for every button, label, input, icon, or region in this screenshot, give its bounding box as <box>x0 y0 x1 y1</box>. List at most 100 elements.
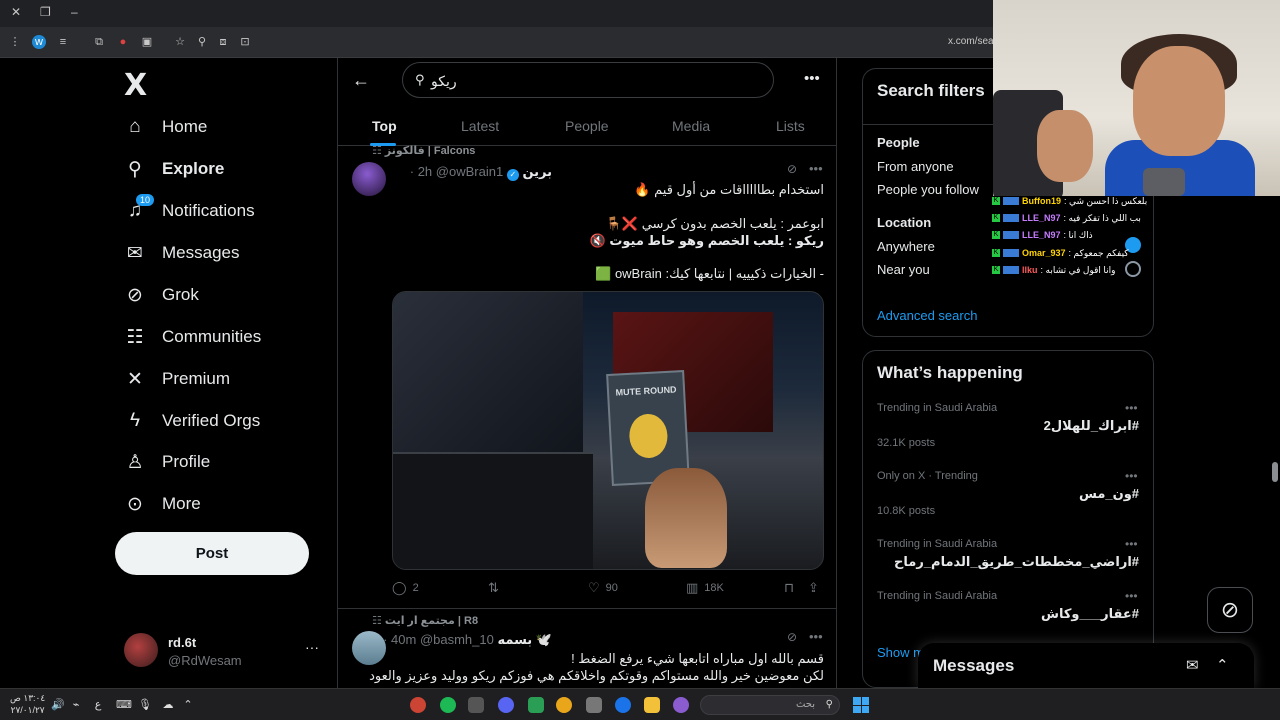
spotify-icon[interactable] <box>440 697 456 713</box>
back-arrow-icon[interactable]: ← <box>352 70 370 91</box>
trend-more-icon[interactable]: ••• <box>1125 589 1138 603</box>
edge-icon[interactable] <box>615 697 631 713</box>
app-icon[interactable] <box>528 697 544 713</box>
nav-messages[interactable]: ✉ Messages <box>124 233 239 273</box>
chrome-icon[interactable] <box>556 697 572 713</box>
tweet-more-icon[interactable]: ••• <box>809 629 823 644</box>
trend-name[interactable]: #اراضي_مخططات_طريق_الدمام_رماح <box>894 554 1139 570</box>
filter-people-you-follow[interactable]: People you follow <box>877 182 979 197</box>
nav-explore[interactable]: ⚲ Explore <box>124 149 224 189</box>
more-dots-icon[interactable]: ··· <box>305 639 319 655</box>
menu-dots-icon[interactable]: ⋮ <box>8 35 22 49</box>
avatar[interactable] <box>352 162 386 196</box>
copilot-icon[interactable] <box>673 697 689 713</box>
restore-window-button[interactable]: ❐ <box>40 5 51 19</box>
x-logo-icon[interactable]: X <box>124 68 147 103</box>
chevron-up-icon[interactable]: ⌃ <box>1216 656 1229 674</box>
trend-name[interactable]: #ون_مس <box>1079 486 1139 502</box>
app-icon[interactable] <box>586 697 602 713</box>
chat-message: K LLE_N97 ذاك انا : <box>992 229 1093 240</box>
tweet-author[interactable]: · 2h @owBrain1 ✓ برين <box>410 164 552 181</box>
tweet-media-image[interactable]: MUTE ROUND <box>392 291 824 570</box>
search-input[interactable]: ⚲ ريكو <box>402 62 774 98</box>
tweet[interactable]: ☷ فالكونز | Falcons · 2h @owBrain1 ✓ بري… <box>338 144 836 606</box>
taskbar-search-input[interactable]: بحث ⚲ <box>700 695 840 715</box>
advanced-search-link[interactable]: Advanced search <box>877 308 977 323</box>
account-switcher[interactable]: rd.6t @RdWesam ··· <box>124 633 324 673</box>
trend-name[interactable]: #عقار___وكاش <box>1041 606 1139 622</box>
tab-media[interactable]: Media <box>672 118 710 134</box>
nav-verified-orgs[interactable]: ϟ Verified Orgs <box>124 401 260 441</box>
close-window-button[interactable]: ✕ <box>11 5 21 19</box>
reply-button[interactable]: ◯ 2 <box>392 580 419 596</box>
puzzle-icon[interactable]: ⧉ <box>92 35 106 49</box>
app-icon[interactable] <box>410 697 426 713</box>
grok-explain-icon[interactable]: ⊘ <box>787 162 797 176</box>
grok-explain-icon[interactable]: ⊘ <box>787 630 797 644</box>
zoom-icon[interactable]: ⚲ <box>195 35 209 49</box>
chevron-up-icon[interactable]: ⌃ <box>180 697 196 713</box>
trend-more-icon[interactable]: ••• <box>1125 469 1138 483</box>
star-icon[interactable]: ☆ <box>173 35 187 49</box>
trend-more-icon[interactable]: ••• <box>1125 401 1138 415</box>
search-options-icon[interactable]: ••• <box>804 70 820 87</box>
microphone-icon[interactable]: 🎙 <box>137 697 153 713</box>
reader-icon[interactable]: ≡ <box>56 35 70 49</box>
near-you-radio[interactable] <box>1125 261 1141 277</box>
extension-icon[interactable]: w <box>32 35 46 49</box>
views-button[interactable]: ▥ 18K <box>686 580 724 596</box>
system-clock[interactable]: ١٣:٠٤ ص ٢٧/٠١/٢٧ <box>10 692 45 716</box>
tab-latest[interactable]: Latest <box>461 118 499 134</box>
volume-icon[interactable]: 🔊 <box>50 697 66 713</box>
file-explorer-icon[interactable] <box>644 697 660 713</box>
tweet-author[interactable]: · 40m @basmh_10 بسمه 🕊️ <box>383 632 552 648</box>
cloud-icon[interactable]: ☁ <box>160 697 176 713</box>
minimize-window-button[interactable]: – <box>71 5 78 19</box>
trend-name[interactable]: #ابراك_للهلال2 <box>1044 418 1139 434</box>
post-button[interactable]: Post <box>115 532 309 575</box>
bookmark-button[interactable]: ⊓ <box>784 580 794 596</box>
media-desk <box>393 452 593 569</box>
nav-notifications[interactable]: ♫ 10 Notifications <box>124 191 255 231</box>
keyboard-icon[interactable]: ⌨ <box>116 697 132 713</box>
filter-near-you[interactable]: Near you <box>877 262 930 277</box>
avatar[interactable] <box>352 631 386 665</box>
tweet[interactable]: ☷ مجتمع ار ايت | R8 · 40m @basmh_10 بسمه… <box>338 610 836 688</box>
home-icon: ⌂ <box>129 116 141 137</box>
scrollbar[interactable] <box>1272 462 1278 482</box>
nav-grok[interactable]: ⊘ Grok <box>124 275 199 315</box>
record-icon[interactable]: ● <box>116 35 130 49</box>
trend-more-icon[interactable]: ••• <box>1125 537 1138 551</box>
nav-premium[interactable]: ✕ Premium <box>124 359 230 399</box>
grok-floating-button[interactable]: ⊘ <box>1207 587 1253 633</box>
like-button[interactable]: ♡ 90 <box>588 580 618 596</box>
keyboard-language-indicator[interactable]: ع <box>90 697 106 713</box>
community-label[interactable]: ☷ مجتمع ار ايت | R8 <box>372 614 478 627</box>
nav-profile[interactable]: ♙ Profile <box>124 442 210 482</box>
filter-from-anyone[interactable]: From anyone <box>877 159 954 174</box>
nav-communities[interactable]: ☷ Communities <box>124 317 261 357</box>
tab-top[interactable]: Top <box>372 118 397 134</box>
address-bar[interactable]: x.com/sear <box>948 36 997 47</box>
discord-icon[interactable] <box>498 697 514 713</box>
new-message-icon[interactable]: ✉ <box>1186 656 1199 674</box>
network-icon[interactable]: ⌁ <box>68 697 84 713</box>
translate-icon[interactable]: ⧈ <box>216 35 230 49</box>
repost-button[interactable]: ⇅ <box>488 580 505 596</box>
windows-start-icon[interactable] <box>853 697 869 713</box>
screenshot-icon[interactable]: ▣ <box>140 35 154 49</box>
nav-home[interactable]: ⌂ Home <box>124 107 207 147</box>
app-icon[interactable] <box>468 697 484 713</box>
envelope-icon: ✉ <box>127 242 143 264</box>
install-icon[interactable]: ⊡ <box>238 35 252 49</box>
show-more-link[interactable]: Show m <box>877 645 924 660</box>
nav-more[interactable]: ⊙ More <box>124 484 201 524</box>
filter-anywhere[interactable]: Anywhere <box>877 239 935 254</box>
share-button[interactable]: ⇪ <box>808 580 819 596</box>
tab-lists[interactable]: Lists <box>776 118 805 134</box>
tweet-more-icon[interactable]: ••• <box>809 161 823 176</box>
community-label[interactable]: ☷ فالكونز | Falcons <box>372 144 475 157</box>
messages-drawer[interactable]: Messages ✉ ⌃ <box>918 643 1254 688</box>
tab-people[interactable]: People <box>565 118 609 134</box>
account-handle: @RdWesam <box>168 653 242 668</box>
